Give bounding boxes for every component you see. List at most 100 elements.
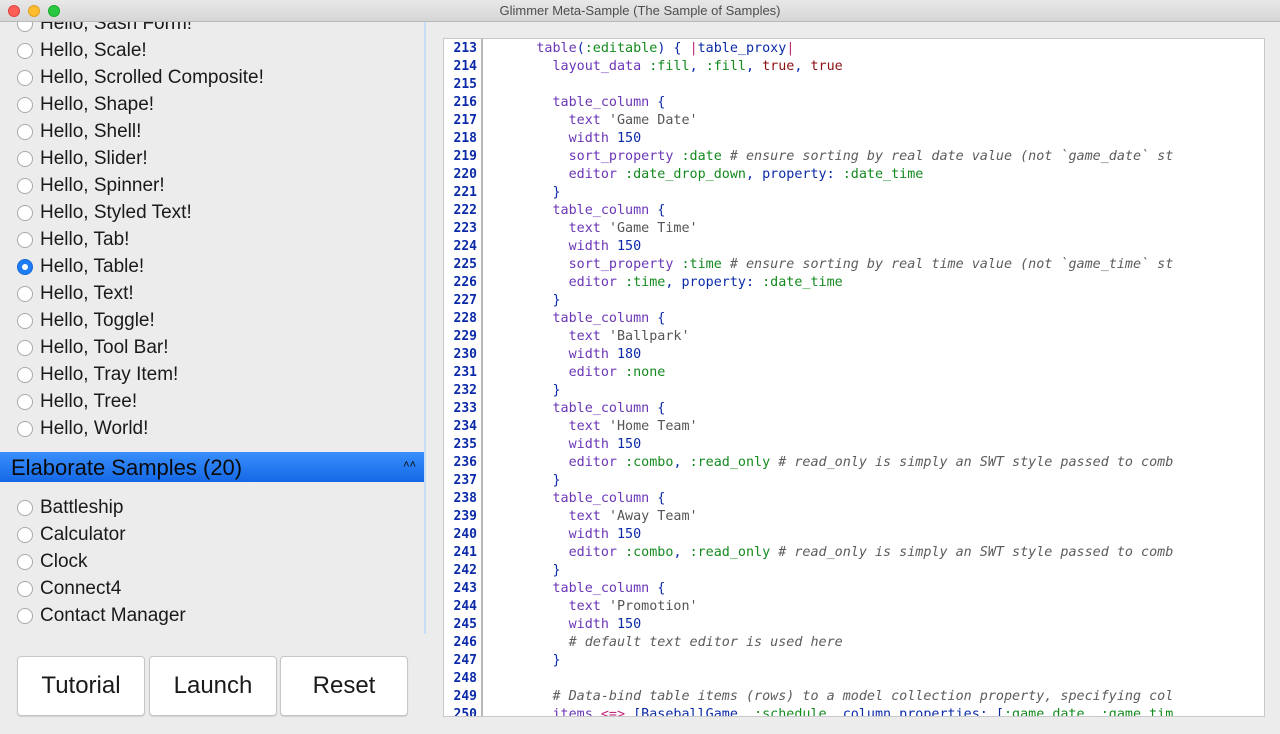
- code-line: width 150: [568, 527, 642, 542]
- code-line: width 150: [568, 617, 642, 632]
- sample-radio-row[interactable]: Hello, World!: [0, 416, 420, 443]
- code-line: text 'Game Time': [568, 221, 698, 236]
- sample-radio-button[interactable]: [17, 340, 33, 356]
- close-window-button[interactable]: [8, 5, 20, 17]
- sample-label[interactable]: Hello, Sash Form!: [40, 22, 192, 35]
- code-line: }: [488, 563, 561, 578]
- sample-radio-row[interactable]: Contact Manager: [0, 603, 420, 630]
- sample-radio-row[interactable]: Hello, Tool Bar!: [0, 335, 420, 362]
- code-viewer[interactable]: 213 214 215 216 217 218 219 220 221 222 223 224 225 2…: [443, 38, 1265, 717]
- sample-radio-button[interactable]: [17, 313, 33, 329]
- sample-label[interactable]: Hello, Shape!: [40, 94, 154, 116]
- sample-label[interactable]: Hello, Text!: [40, 283, 134, 305]
- line-number: 231: [453, 365, 477, 380]
- sample-radio-row[interactable]: Hello, Spinner!: [0, 173, 420, 200]
- sample-label[interactable]: Hello, Styled Text!: [40, 202, 192, 224]
- code-line: table_column {: [552, 581, 666, 596]
- sample-radio-row[interactable]: Hello, Toggle!: [0, 308, 420, 335]
- code-line: }: [488, 185, 561, 200]
- sample-radio-row[interactable]: Connect4: [0, 576, 420, 603]
- maximize-window-button[interactable]: [48, 5, 60, 17]
- code-line: table_column {: [552, 95, 666, 110]
- sample-radio-button[interactable]: [17, 581, 33, 597]
- line-number: 238: [453, 491, 477, 506]
- sample-radio-row[interactable]: Hello, Scale!: [0, 38, 420, 65]
- minimize-window-button[interactable]: [28, 5, 40, 17]
- sample-label[interactable]: Hello, Toggle!: [40, 310, 155, 332]
- sample-radio-button[interactable]: [17, 22, 33, 32]
- sample-radio-button[interactable]: [17, 608, 33, 624]
- chevron-double-up-icon[interactable]: ˄˄: [403, 459, 416, 471]
- sample-radio-button[interactable]: [17, 205, 33, 221]
- sample-radio-row[interactable]: Hello, Tab!: [0, 227, 420, 254]
- sample-label[interactable]: Hello, Spinner!: [40, 175, 165, 197]
- line-number: 236: [453, 455, 477, 470]
- line-number: 233: [453, 401, 477, 416]
- sample-radio-row[interactable]: Hello, Shape!: [0, 92, 420, 119]
- sample-label[interactable]: Hello, Tree!: [40, 391, 137, 413]
- sample-radio-row[interactable]: Hello, Shell!: [0, 119, 420, 146]
- line-number: 214: [453, 59, 477, 74]
- elaborate-samples-header[interactable]: Elaborate Samples (20) ˄˄: [0, 452, 424, 482]
- sample-radio-button[interactable]: [17, 232, 33, 248]
- sample-radio-button[interactable]: [17, 259, 33, 275]
- sample-label[interactable]: Hello, Tab!: [40, 229, 129, 251]
- sample-radio-row[interactable]: Hello, Table!: [0, 254, 420, 281]
- sample-label[interactable]: Hello, Shell!: [40, 121, 141, 143]
- sample-radio-button[interactable]: [17, 527, 33, 543]
- line-number: 250: [453, 707, 477, 717]
- sample-radio-button[interactable]: [17, 151, 33, 167]
- code-text-area[interactable]: table(:editable) { |table_proxy| layout_…: [488, 39, 1264, 716]
- sample-radio-row[interactable]: Hello, Scrolled Composite!: [0, 65, 420, 92]
- reset-button[interactable]: Reset: [280, 656, 408, 716]
- sample-radio-button[interactable]: [17, 394, 33, 410]
- sample-label[interactable]: Hello, Scale!: [40, 40, 147, 62]
- sample-radio-button[interactable]: [17, 367, 33, 383]
- code-line: text 'Ballpark': [568, 329, 690, 344]
- sample-radio-row[interactable]: Hello, Slider!: [0, 146, 420, 173]
- sample-label[interactable]: Battleship: [40, 497, 123, 519]
- sample-label[interactable]: Hello, Scrolled Composite!: [40, 67, 264, 89]
- code-line: table_column {: [552, 203, 666, 218]
- line-number: 219: [453, 149, 477, 164]
- sample-radio-button[interactable]: [17, 554, 33, 570]
- sample-radio-row[interactable]: Hello, Tray Item!: [0, 362, 420, 389]
- code-line: layout_data :fill, :fill, true, true: [552, 59, 843, 74]
- sample-label[interactable]: Hello, Tray Item!: [40, 364, 178, 386]
- sample-radio-row[interactable]: Hello, Sash Form!: [0, 22, 420, 38]
- line-number: 245: [453, 617, 477, 632]
- sample-radio-row[interactable]: Hello, Styled Text!: [0, 200, 420, 227]
- line-number: 234: [453, 419, 477, 434]
- sample-radio-button[interactable]: [17, 70, 33, 86]
- sample-radio-button[interactable]: [17, 286, 33, 302]
- code-line: items <=> [BaseballGame, :schedule, colu…: [552, 707, 1174, 716]
- sample-radio-button[interactable]: [17, 43, 33, 59]
- sample-radio-row[interactable]: Hello, Tree!: [0, 389, 420, 416]
- sample-radio-button[interactable]: [17, 97, 33, 113]
- line-number: 235: [453, 437, 477, 452]
- sample-radio-button[interactable]: [17, 124, 33, 140]
- sample-label[interactable]: Hello, Slider!: [40, 148, 148, 170]
- sample-radio-row[interactable]: Calculator: [0, 522, 420, 549]
- code-line: table_column {: [552, 401, 666, 416]
- sample-label[interactable]: Contact Manager: [40, 605, 186, 627]
- sample-label[interactable]: Connect4: [40, 578, 121, 600]
- sample-radio-button[interactable]: [17, 178, 33, 194]
- sample-label[interactable]: Hello, Tool Bar!: [40, 337, 169, 359]
- sample-radio-row[interactable]: Hello, Text!: [0, 281, 420, 308]
- code-line: text 'Away Team': [568, 509, 698, 524]
- sample-label[interactable]: Calculator: [40, 524, 126, 546]
- code-line: table(:editable) { |table_proxy|: [536, 41, 795, 56]
- line-number: 230: [453, 347, 477, 362]
- sample-radio-row[interactable]: Battleship: [0, 495, 420, 522]
- sample-radio-button[interactable]: [17, 500, 33, 516]
- code-line: table_column {: [552, 491, 666, 506]
- sample-radio-button[interactable]: [17, 421, 33, 437]
- sample-label[interactable]: Hello, Table!: [40, 256, 144, 278]
- samples-scroll-area[interactable]: Hello, Sash Form! Hello, Scale! Hello, Scr…: [0, 22, 426, 634]
- tutorial-button[interactable]: Tutorial: [17, 656, 145, 716]
- sample-radio-row[interactable]: Clock: [0, 549, 420, 576]
- sample-label[interactable]: Hello, World!: [40, 418, 148, 440]
- launch-button[interactable]: Launch: [149, 656, 277, 716]
- sample-label[interactable]: Clock: [40, 551, 88, 573]
